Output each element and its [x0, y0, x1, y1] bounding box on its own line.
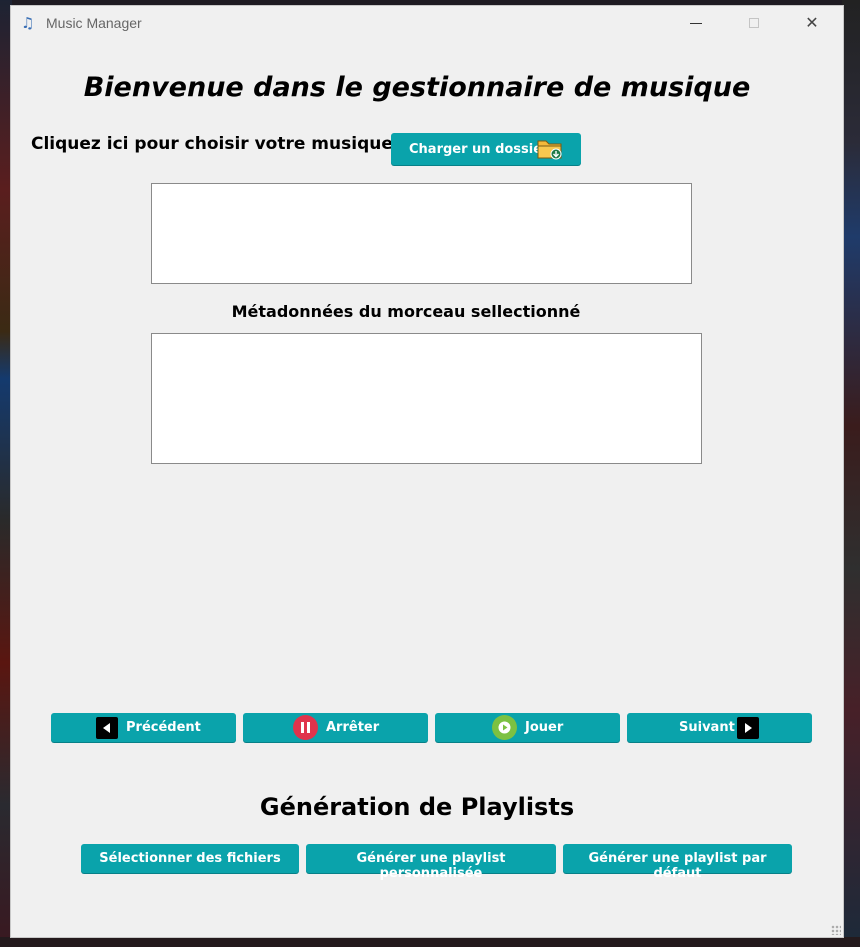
window-title: Music Manager: [46, 15, 142, 31]
resize-grip[interactable]: [831, 925, 841, 935]
page-title: Bienvenue dans le gestionnaire de musiqu…: [83, 72, 751, 103]
stop-button[interactable]: Arrêter: [243, 713, 428, 742]
generate-default-playlist-button[interactable]: Générer une playlist par défaut: [563, 844, 792, 881]
select-files-button[interactable]: Sélectionner des fichiers: [81, 844, 299, 873]
previous-label: Précédent: [126, 720, 201, 735]
play-button[interactable]: Jouer: [435, 713, 620, 742]
maximize-icon: [749, 18, 759, 28]
generate-custom-playlist-label: Générer une playlist personnalisée: [356, 851, 506, 881]
play-label: Jouer: [525, 720, 564, 735]
next-button[interactable]: Suivant: [627, 713, 812, 742]
playlist-section-title: Génération de Playlists: [259, 793, 575, 821]
previous-button[interactable]: Précédent: [51, 713, 236, 742]
stop-label: Arrêter: [326, 720, 380, 735]
pause-icon: [293, 715, 318, 740]
music-note-icon: ♫: [21, 14, 35, 32]
folder-icon: [537, 140, 562, 160]
play-icon: [492, 715, 517, 740]
generate-default-playlist-label: Générer une playlist par défaut: [588, 851, 767, 881]
load-folder-button[interactable]: Charger un dossier: [391, 133, 581, 165]
next-label: Suivant: [679, 720, 735, 735]
maximize-button[interactable]: [725, 6, 783, 40]
app-window: ♫ Music Manager ✕ Bienvenue dans le gest…: [10, 5, 844, 938]
previous-icon: [96, 717, 118, 739]
select-files-label: Sélectionner des fichiers: [99, 851, 281, 866]
metadata-label: Métadonnées du morceau sellectionné: [231, 302, 581, 321]
music-list-box[interactable]: [151, 183, 692, 284]
title-bar[interactable]: ♫ Music Manager ✕: [11, 6, 843, 40]
generate-custom-playlist-button[interactable]: Générer une playlist personnalisée: [306, 844, 556, 881]
metadata-box[interactable]: [151, 333, 702, 464]
close-button[interactable]: ✕: [783, 6, 841, 40]
load-folder-label: Charger un dossier: [409, 142, 549, 157]
next-icon: [737, 717, 759, 739]
minimize-button[interactable]: [667, 6, 725, 40]
choose-music-label: Cliquez ici pour choisir votre musique:: [31, 134, 400, 154]
minimize-icon: [690, 23, 702, 24]
close-icon: ✕: [805, 13, 819, 32]
desktop-background-bottom: [0, 937, 860, 947]
desktop-background-right: [842, 0, 860, 947]
